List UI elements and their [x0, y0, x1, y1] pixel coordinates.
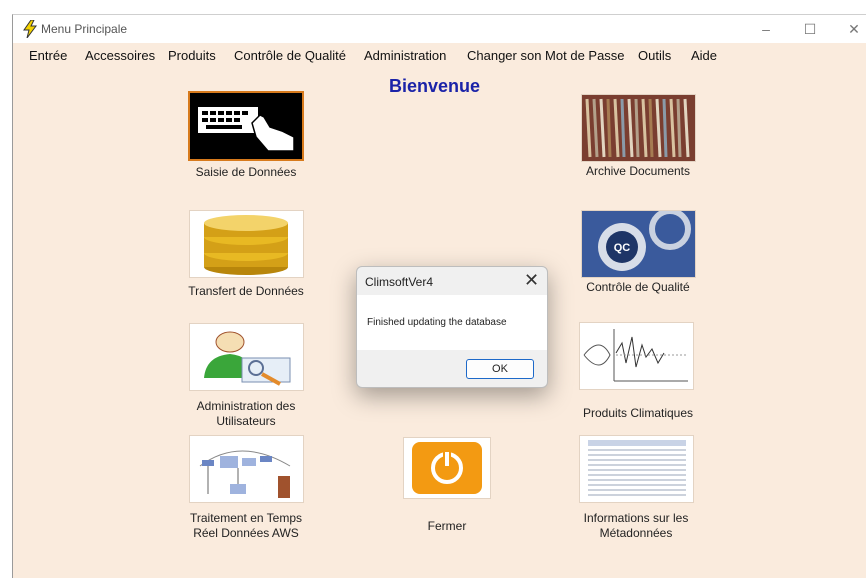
tile-label: Informations sur les Métadonnées [583, 511, 689, 540]
archive-files-icon[interactable] [581, 94, 696, 162]
database-icon[interactable] [189, 210, 304, 278]
window-title: Menu Principale [41, 22, 128, 36]
message-dialog: ClimsoftVer4 ✕ Finished updating the dat… [356, 266, 548, 388]
menu-changer-mot-de-passe[interactable]: Changer son Mot de Passe [467, 48, 625, 63]
climate-chart-icon[interactable] [579, 322, 694, 390]
dialog-close-button[interactable]: ✕ [524, 270, 539, 291]
menu-produits[interactable]: Produits [168, 48, 216, 63]
tile-label: Transfert de Données [188, 284, 304, 298]
lightning-icon [23, 20, 37, 38]
tile-label: Saisie de Données [195, 165, 297, 179]
menu-administration[interactable]: Administration [364, 48, 446, 63]
dialog-message: Finished updating the database [367, 317, 507, 328]
user-admin-icon[interactable] [189, 323, 304, 391]
close-window-button[interactable]: ✕ [839, 19, 866, 39]
title-bar: Menu Principale – ☐ ✕ [13, 15, 866, 43]
menu-controle-qualite[interactable]: Contrôle de Qualité [234, 48, 346, 63]
qc-gear-icon[interactable]: QC [581, 208, 696, 278]
ok-button[interactable]: OK [466, 359, 534, 379]
menu-outils[interactable]: Outils [638, 48, 671, 63]
tile-label: Traitement en Temps Réel Données AWS [189, 511, 303, 540]
qc-badge-text: QC [614, 242, 631, 254]
menu-bar: Entrée Accessoires Produits Contrôle de … [13, 43, 866, 69]
tile-label: Archive Documents [585, 164, 691, 178]
tile-label: Produits Climatiques [582, 406, 694, 420]
metadata-table-icon[interactable] [579, 435, 694, 503]
tile-label: Administration des Utilisateurs [196, 399, 296, 428]
welcome-heading: Bienvenue [389, 76, 481, 96]
dialog-title: ClimsoftVer4 [365, 275, 434, 289]
keyboard-icon[interactable] [188, 91, 304, 161]
aws-flow-diagram-icon[interactable] [189, 435, 304, 503]
power-icon[interactable] [403, 437, 491, 499]
tile-label: Contrôle de Qualité [586, 280, 690, 294]
tile-label: Fermer [427, 519, 467, 533]
dialog-body: Finished updating the database [357, 295, 547, 350]
minimize-button[interactable]: – [751, 19, 781, 39]
menu-entree[interactable]: Entrée [29, 48, 67, 63]
menu-accessoires[interactable]: Accessoires [85, 48, 155, 63]
menu-aide[interactable]: Aide [691, 48, 717, 63]
maximize-button[interactable]: ☐ [795, 19, 825, 39]
